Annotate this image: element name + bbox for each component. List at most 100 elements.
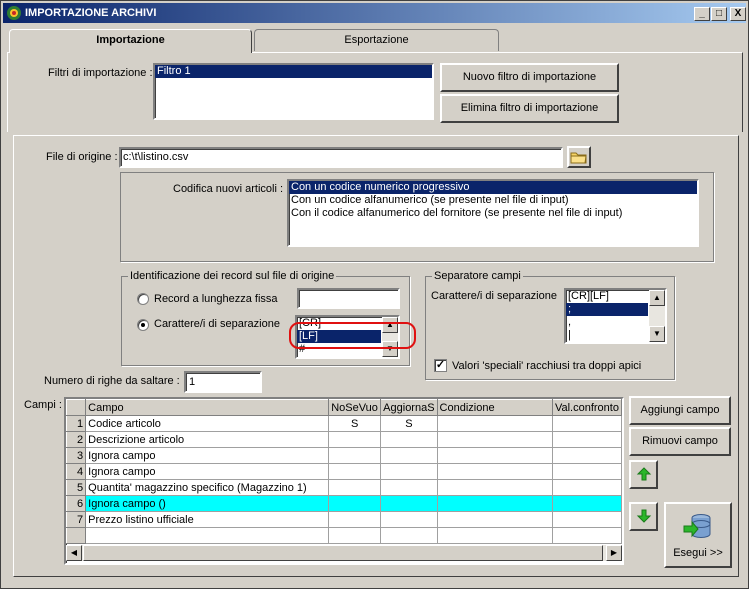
app-icon (7, 6, 21, 20)
cell-valconfronto[interactable] (552, 447, 622, 464)
cell-campo[interactable]: Ignora campo (85, 447, 330, 464)
cell-campo[interactable]: Ignora campo () (85, 495, 330, 512)
separator-radio-label: Carattere/i di separazione (154, 318, 280, 330)
cell-nosevuo[interactable] (328, 447, 382, 464)
cell-campo[interactable]: Quantita' magazzino specifico (Magazzino… (85, 479, 330, 496)
cell-condizione[interactable] (437, 431, 553, 448)
tab-importazione[interactable]: Importazione (9, 29, 252, 53)
cell-valconfronto[interactable] (552, 479, 622, 496)
folder-icon (570, 152, 587, 164)
row-number[interactable]: 6 (66, 495, 87, 512)
cell-nosevuo[interactable] (328, 511, 382, 528)
cell-campo[interactable]: Ignora campo (85, 463, 330, 480)
fields-grid[interactable]: Campo NoSeVuo AggiornaS Condizione Val.c… (64, 397, 624, 565)
list-item[interactable]: Filtro 1 (155, 65, 432, 78)
fields-hscrollbar[interactable]: ◀ ▶ (66, 545, 622, 561)
table-row[interactable]: 3 Ignora campo (66, 447, 622, 464)
table-row[interactable]: 4 Ignora campo (66, 463, 622, 480)
row-number[interactable]: 3 (66, 447, 87, 464)
scroll-left-icon[interactable]: ◀ (66, 545, 82, 561)
new-filter-button-label: Nuovo filtro di importazione (462, 71, 597, 83)
row-number[interactable]: 2 (66, 431, 87, 448)
cell-nosevuo[interactable]: S (328, 415, 382, 432)
window-title: IMPORTAZIONE ARCHIVI (25, 7, 157, 19)
row-number[interactable]: 7 (66, 511, 87, 528)
run-button-label: Esegui >> (673, 547, 723, 559)
highlight-annotation (289, 322, 416, 349)
cell-nosevuo[interactable] (328, 495, 382, 512)
cell-aggiorna[interactable]: S (380, 415, 438, 432)
list-item[interactable]: ; (566, 303, 648, 316)
table-header: Campo NoSeVuo AggiornaS Condizione Val.c… (66, 399, 622, 416)
new-filter-button[interactable]: Nuovo filtro di importazione (440, 63, 619, 92)
header-condizione[interactable]: Condizione (436, 399, 553, 416)
codifica-box: Codifica nuovi articoli : Con un codice … (120, 172, 714, 262)
add-field-button-label: Aggiungi campo (640, 404, 720, 416)
field-separator-scrollbar[interactable]: ▲ ▼ (649, 290, 665, 342)
table-row[interactable]: 1 Codice articolo S S (66, 415, 622, 432)
cell-campo[interactable]: Codice articolo (85, 415, 330, 432)
fixed-length-radio[interactable] (137, 293, 149, 305)
scroll-up-icon[interactable]: ▲ (649, 290, 665, 306)
header-nosevuo[interactable]: NoSeVuo (328, 399, 382, 416)
cell-valconfronto[interactable] (552, 431, 622, 448)
cell-nosevuo[interactable] (328, 479, 382, 496)
cell-aggiorna[interactable] (380, 447, 438, 464)
row-number[interactable]: 5 (66, 479, 87, 496)
close-button[interactable]: X (730, 7, 746, 21)
header-valconfronto[interactable]: Val.confronto (551, 399, 622, 416)
move-down-button[interactable] (629, 502, 658, 531)
cell-aggiorna[interactable] (380, 495, 438, 512)
row-number[interactable]: 1 (66, 415, 87, 432)
tab-esportazione[interactable]: Esportazione (254, 29, 499, 51)
header-campo[interactable]: Campo (85, 399, 330, 416)
cell-valconfronto[interactable] (552, 495, 622, 512)
header-aggiorna[interactable]: AggiornaS (380, 399, 438, 416)
cell-campo[interactable]: Descrizione articolo (85, 431, 330, 448)
scroll-down-icon[interactable]: ▼ (649, 326, 665, 342)
remove-field-button[interactable]: Rimuovi campo (629, 427, 731, 456)
row-number[interactable]: 4 (66, 463, 87, 480)
cell-aggiorna[interactable] (380, 511, 438, 528)
cell-aggiorna[interactable] (380, 463, 438, 480)
scroll-thumb[interactable] (83, 545, 603, 561)
maximize-button[interactable]: □ (711, 7, 727, 21)
codifica-list[interactable]: Con un codice numerico progressivo Con u… (287, 179, 699, 247)
table-row[interactable]: 7 Prezzo listino ufficiale (66, 511, 622, 528)
skip-field[interactable]: 1 (184, 371, 262, 393)
cell-condizione[interactable] (437, 511, 553, 528)
cell-condizione[interactable] (437, 463, 553, 480)
scroll-right-icon[interactable]: ▶ (606, 545, 622, 561)
delete-filter-button[interactable]: Elimina filtro di importazione (440, 94, 619, 123)
empty-cell (66, 527, 87, 544)
minimize-button[interactable]: _ (694, 7, 710, 21)
cell-condizione[interactable] (437, 495, 553, 512)
cell-aggiorna[interactable] (380, 479, 438, 496)
file-field[interactable]: c:\t\listino.csv (119, 147, 563, 168)
table-row[interactable]: 2 Descrizione articolo (66, 431, 622, 448)
cell-valconfronto[interactable] (552, 463, 622, 480)
table-row[interactable]: 6 Ignora campo () (66, 495, 622, 512)
cell-valconfronto[interactable] (552, 511, 622, 528)
list-item[interactable]: Con il codice alfanumerico del fornitore… (289, 207, 697, 220)
cell-condizione[interactable] (437, 479, 553, 496)
cell-campo[interactable]: Prezzo listino ufficiale (85, 511, 330, 528)
add-field-button[interactable]: Aggiungi campo (629, 396, 731, 425)
run-button[interactable]: Esegui >> (664, 502, 732, 568)
quotes-checkbox[interactable]: ✓ (434, 359, 447, 372)
filters-list[interactable]: Filtro 1 (153, 63, 434, 120)
cell-condizione[interactable] (437, 415, 553, 432)
separator-radio[interactable] (137, 319, 149, 331)
list-item[interactable]: Con un codice alfanumerico (se presente … (289, 194, 697, 207)
field-separator-list[interactable]: [CR][LF] ; , | ▲ ▼ (564, 288, 667, 344)
list-item[interactable]: Con un codice numerico progressivo (289, 181, 697, 194)
browse-button[interactable] (567, 146, 591, 168)
cell-condizione[interactable] (437, 447, 553, 464)
cell-valconfronto[interactable] (552, 415, 622, 432)
cell-nosevuo[interactable] (328, 431, 382, 448)
cell-aggiorna[interactable] (380, 431, 438, 448)
cell-nosevuo[interactable] (328, 463, 382, 480)
move-up-button[interactable] (629, 460, 658, 489)
table-row[interactable]: 5 Quantita' magazzino specifico (Magazzin… (66, 479, 622, 496)
fixed-length-field[interactable] (297, 288, 400, 309)
